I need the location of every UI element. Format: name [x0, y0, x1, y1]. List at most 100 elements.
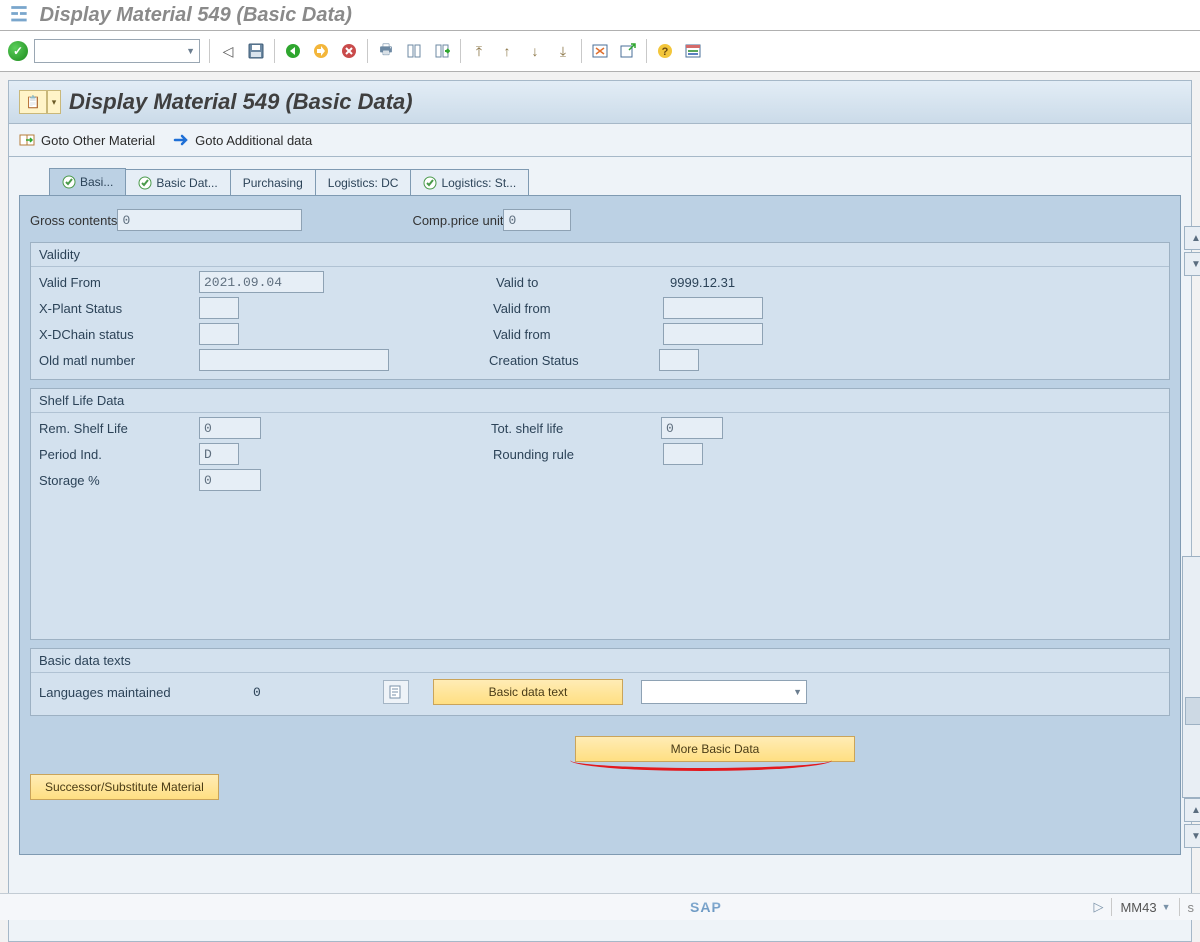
new-session-icon[interactable]: [587, 38, 613, 64]
status-system: s: [1188, 900, 1195, 915]
tab-basic-data-2[interactable]: Basic Dat...: [125, 169, 230, 196]
toolbar-separator: [460, 39, 461, 63]
status-nav-icon[interactable]: ▷: [1093, 899, 1103, 915]
app-toolbar: Goto Other Material Goto Additional data: [9, 124, 1191, 157]
old-matl-number-label: Old matl number: [37, 353, 199, 368]
app-title-text: Display Material 549 (Basic Data): [69, 89, 413, 115]
scroll-down-button[interactable]: ▼: [1184, 824, 1200, 848]
next-page-icon[interactable]: ↓: [522, 38, 548, 64]
x-plant-valid-from-label: Valid from: [491, 301, 643, 316]
tab-basic-data-1[interactable]: Basi...: [49, 168, 126, 196]
goto-additional-label: Goto Additional data: [195, 133, 312, 148]
x-plant-status-field[interactable]: [199, 297, 239, 319]
validity-group-title: Validity: [31, 243, 1169, 267]
gross-contents-field[interactable]: 0: [117, 209, 302, 231]
tab-label: Basic Dat...: [156, 170, 217, 196]
help-icon[interactable]: ?: [652, 38, 678, 64]
chevron-down-icon: ▼: [1162, 902, 1171, 912]
rem-shelf-life-field[interactable]: 0: [199, 417, 261, 439]
scroll-up-button[interactable]: ▲: [1184, 798, 1200, 822]
back-icon[interactable]: ◁: [215, 38, 241, 64]
app-title-bar: 📋 ▾ Display Material 549 (Basic Data): [9, 81, 1191, 124]
scroll-down-button[interactable]: ▼: [1184, 252, 1200, 276]
window-title-text: Display Material 549 (Basic Data): [40, 4, 352, 26]
x-dchain-status-field[interactable]: [199, 323, 239, 345]
app-title-icon[interactable]: 📋: [19, 90, 47, 114]
tab-label: Logistics: St...: [441, 170, 516, 196]
comp-price-unit-field[interactable]: 0: [503, 209, 571, 231]
scrollbar-thumb[interactable]: [1185, 697, 1200, 725]
find-next-icon[interactable]: [429, 38, 455, 64]
toolbar-separator: [646, 39, 647, 63]
languages-maintained-value: 0: [249, 685, 313, 700]
rem-shelf-life-label: Rem. Shelf Life: [37, 421, 199, 436]
prev-page-icon[interactable]: ↑: [494, 38, 520, 64]
long-text-icon[interactable]: [383, 680, 409, 704]
tab-logistics-store[interactable]: Logistics: St...: [410, 169, 529, 196]
exit-icon[interactable]: [308, 38, 334, 64]
app-container: 📋 ▾ Display Material 549 (Basic Data) Go…: [8, 80, 1192, 942]
layout-menu-icon[interactable]: [680, 38, 706, 64]
shelf-life-group: Shelf Life Data Rem. Shelf Life 0 Tot. s…: [30, 388, 1170, 640]
status-tcode[interactable]: MM43 ▼: [1120, 900, 1170, 915]
tab-logistics-dc[interactable]: Logistics: DC: [315, 169, 412, 196]
scroll-up-button[interactable]: ▲: [1184, 226, 1200, 250]
shelf-life-group-title: Shelf Life Data: [31, 389, 1169, 413]
successor-substitute-button[interactable]: Successor/Substitute Material: [30, 774, 219, 800]
tab-badge-icon: [423, 176, 437, 190]
last-page-icon[interactable]: ⤓: [550, 38, 576, 64]
standard-toolbar: ◁ 🖶 ⤒ ↑ ↓ ⤓ ?: [0, 31, 1200, 72]
basic-data-text-dropdown[interactable]: [641, 680, 807, 704]
enter-icon[interactable]: [8, 41, 28, 61]
more-basic-data-button[interactable]: More Basic Data: [575, 736, 855, 762]
x-plant-valid-from-field[interactable]: [663, 297, 763, 319]
goto-other-material-link[interactable]: Goto Other Material: [19, 132, 155, 148]
goto-additional-data-link[interactable]: Goto Additional data: [173, 132, 312, 148]
rounding-rule-field[interactable]: [663, 443, 703, 465]
panel-scroll-up-group: ▲ ▼: [1184, 226, 1200, 278]
goto-other-icon: [19, 132, 37, 148]
comp-price-unit-label: Comp.price unit: [412, 213, 503, 228]
tab-label: Basi...: [80, 169, 113, 195]
top-fields-row: Gross contents 0 Comp.price unit 0: [30, 204, 1170, 236]
basic-texts-group-title: Basic data texts: [31, 649, 1169, 673]
rounding-rule-label: Rounding rule: [491, 447, 643, 462]
sap-logo: SAP: [690, 899, 722, 915]
period-ind-field[interactable]: D: [199, 443, 239, 465]
valid-to-value: 9999.12.31: [666, 275, 735, 290]
toolbar-separator: [581, 39, 582, 63]
first-page-icon[interactable]: ⤒: [466, 38, 492, 64]
app-title-dropdown-icon[interactable]: ▾: [47, 90, 61, 114]
create-shortcut-icon[interactable]: [615, 38, 641, 64]
x-dchain-valid-from-label: Valid from: [491, 327, 643, 342]
tot-shelf-life-label: Tot. shelf life: [489, 421, 641, 436]
goto-other-label: Goto Other Material: [41, 133, 155, 148]
tabstrip: Basi... Basic Dat... Purchasing Logistic…: [19, 167, 1181, 195]
find-icon[interactable]: [401, 38, 427, 64]
x-dchain-status-label: X-DChain status: [37, 327, 199, 342]
command-field[interactable]: [34, 39, 200, 63]
storage-percent-field[interactable]: 0: [199, 469, 261, 491]
tab-panel: ▲ ▼ ▲ ▼ Gross contents 0 Comp.price unit…: [19, 195, 1181, 855]
storage-percent-label: Storage %: [37, 473, 199, 488]
languages-maintained-label: Languages maintained: [37, 685, 249, 700]
panel-scroll-bottom-group: ▲ ▼: [1184, 798, 1200, 850]
save-icon[interactable]: [243, 38, 269, 64]
basic-data-text-button[interactable]: Basic data text: [433, 679, 623, 705]
creation-status-field[interactable]: [659, 349, 699, 371]
window-titlebar: ☲ Display Material 549 (Basic Data): [0, 0, 1200, 31]
tot-shelf-life-field[interactable]: 0: [661, 417, 723, 439]
cancel-icon[interactable]: [336, 38, 362, 64]
toolbar-separator: [367, 39, 368, 63]
valid-from-field[interactable]: 2021.09.04: [199, 271, 324, 293]
toolbar-separator: [209, 39, 210, 63]
x-dchain-valid-from-field[interactable]: [663, 323, 763, 345]
old-matl-number-field[interactable]: [199, 349, 389, 371]
tab-purchasing[interactable]: Purchasing: [230, 169, 316, 196]
back-green-icon[interactable]: [280, 38, 306, 64]
creation-status-label: Creation Status: [487, 353, 639, 368]
tab-label: Purchasing: [243, 170, 303, 196]
panel-scrollbar[interactable]: [1182, 556, 1200, 798]
print-icon[interactable]: 🖶: [373, 38, 399, 64]
tab-badge-icon: [138, 176, 152, 190]
